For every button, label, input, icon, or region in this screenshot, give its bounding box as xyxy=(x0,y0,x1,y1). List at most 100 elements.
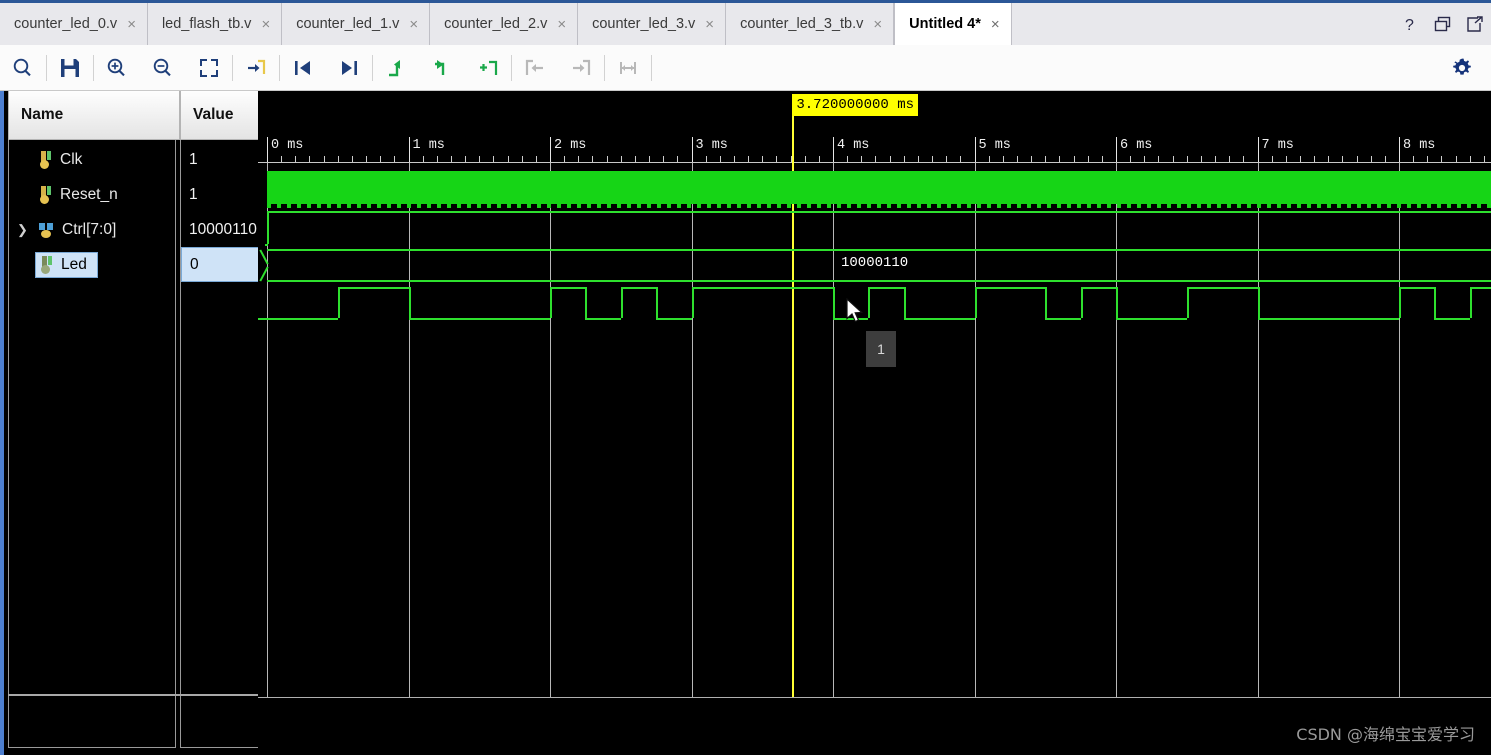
led-edge xyxy=(1434,287,1437,318)
tab-led-flash-tb-v[interactable]: led_flash_tb.v × xyxy=(147,3,283,45)
bus-value-label: 10000110 xyxy=(841,255,909,271)
clk-alias-tick xyxy=(587,204,591,208)
clk-alias-tick xyxy=(1267,204,1271,208)
time-cursor-line[interactable] xyxy=(792,163,795,697)
waveform-viewer-window: counter_led_0.v × led_flash_tb.v × counter_l… xyxy=(0,0,1491,755)
led-edge xyxy=(1257,287,1260,318)
signal-value-cell[interactable]: 1 xyxy=(181,177,261,212)
signal-name-cell[interactable]: Ctrl[7:0] xyxy=(35,218,126,242)
clk-alias-tick xyxy=(1037,204,1041,208)
search-icon[interactable] xyxy=(0,45,46,91)
previous-transition-icon[interactable] xyxy=(280,45,326,91)
grid-line xyxy=(408,163,410,697)
led-edge xyxy=(833,287,835,318)
signal-name-cell[interactable]: Led xyxy=(35,251,98,278)
led-segment xyxy=(550,287,586,289)
save-icon[interactable] xyxy=(47,45,93,91)
clk-alias-tick xyxy=(957,204,961,208)
tab-counter-led-2-v[interactable]: counter_led_2.v × xyxy=(430,3,579,45)
question-mark-icon[interactable]: ? xyxy=(1404,16,1419,33)
reset-rising-edge xyxy=(267,211,269,244)
ruler-tick-label: 4 ms xyxy=(837,138,870,153)
tab-close-icon[interactable]: × xyxy=(409,17,418,32)
previous-marker-icon[interactable] xyxy=(373,45,419,91)
led-edge xyxy=(1045,287,1048,318)
snap-left-icon[interactable] xyxy=(512,45,558,91)
clk-alias-tick xyxy=(1477,204,1481,208)
tab-close-icon[interactable]: × xyxy=(557,17,566,32)
tab-close-icon[interactable]: × xyxy=(261,17,270,32)
snap-right-icon[interactable] xyxy=(558,45,604,91)
tab-counter-led-1-v[interactable]: counter_led_1.v × xyxy=(282,3,431,45)
clk-alias-tick xyxy=(1357,204,1361,208)
signal-row-clk[interactable]: Clk xyxy=(9,142,92,177)
clk-alias-tick xyxy=(1397,204,1401,208)
zoom-out-icon[interactable] xyxy=(140,45,186,91)
signal-value-cell[interactable]: 0 xyxy=(181,247,261,282)
signal-value-cell[interactable]: 10000110 xyxy=(181,212,261,247)
next-transition-icon[interactable] xyxy=(326,45,372,91)
signal-row-ctrl-7-0-[interactable]: ❯ Ctrl[7:0] xyxy=(9,212,126,247)
led-segment xyxy=(1045,318,1081,320)
signal-row-reset-n[interactable]: Reset_n xyxy=(9,177,128,212)
add-divider-icon[interactable] xyxy=(465,45,511,91)
cursor-time-label: 3.720000000 ms xyxy=(792,94,918,116)
clk-alias-tick xyxy=(1117,204,1121,208)
tab-close-icon[interactable]: × xyxy=(705,17,714,32)
clk-alias-tick xyxy=(1087,204,1091,208)
measure-icon[interactable] xyxy=(605,45,651,91)
value-tooltip: 1 xyxy=(866,331,896,367)
clk-alias-tick xyxy=(877,204,881,208)
restore-window-icon[interactable] xyxy=(1434,16,1451,33)
clk-alias-tick xyxy=(647,204,651,208)
signal-row-led[interactable]: Led xyxy=(9,247,98,282)
zoom-fit-icon[interactable] xyxy=(186,45,232,91)
tab-close-icon[interactable]: × xyxy=(127,17,136,32)
signal-name-cell[interactable]: Reset_n xyxy=(35,183,128,207)
led-signal-icon xyxy=(40,255,54,274)
led-edge xyxy=(337,287,340,318)
waveform-panel[interactable]: 3.720000000 ms 0 ms 1 ms 2 ms 3 ms 4 ms 5 ms 6… xyxy=(258,91,1491,755)
clk-alias-tick xyxy=(597,204,601,208)
grid-line xyxy=(550,163,551,697)
clk-alias-tick xyxy=(1137,204,1141,208)
clk-alias-tick xyxy=(887,204,891,208)
column-header-name[interactable]: Name xyxy=(8,91,180,140)
led-edge xyxy=(1469,287,1472,318)
clk-alias-tick xyxy=(367,204,371,208)
add-marker-icon[interactable] xyxy=(233,45,279,91)
gear-icon[interactable] xyxy=(1439,45,1485,91)
signal-value-cell[interactable]: 1 xyxy=(181,142,261,177)
tab-close-icon[interactable]: × xyxy=(873,17,882,32)
clk-alias-tick xyxy=(617,204,621,208)
clk-alias-tick xyxy=(907,204,911,208)
clk-alias-tick xyxy=(627,204,631,208)
expand-arrow-icon[interactable]: ❯ xyxy=(17,223,28,236)
clk-alias-tick xyxy=(757,204,761,208)
ruler-major-tick xyxy=(833,137,834,163)
led-segment xyxy=(1116,318,1187,320)
tab-label: counter_led_2.v xyxy=(444,16,548,32)
tab-close-icon[interactable]: × xyxy=(991,17,1000,32)
tab-bar-spacer xyxy=(1011,3,1392,45)
led-segment xyxy=(408,318,550,320)
float-window-icon[interactable] xyxy=(1466,15,1483,33)
tab-untitled-4-[interactable]: Untitled 4* × xyxy=(894,3,1012,45)
led-edge xyxy=(656,287,659,318)
time-ruler[interactable]: 3.720000000 ms 0 ms 1 ms 2 ms 3 ms 4 ms 5 ms 6… xyxy=(258,91,1491,163)
clk-alias-tick xyxy=(447,204,451,208)
tab-label: Untitled 4* xyxy=(909,16,981,32)
clk-alias-tick xyxy=(1237,204,1241,208)
zoom-in-icon[interactable] xyxy=(94,45,140,91)
next-marker-icon[interactable] xyxy=(419,45,465,91)
clk-alias-tick xyxy=(1307,204,1311,208)
clk-alias-tick xyxy=(667,204,671,208)
tab-counter-led-3-v[interactable]: counter_led_3.v × xyxy=(578,3,727,45)
tab-counter-led-0-v[interactable]: counter_led_0.v × xyxy=(0,3,148,45)
column-header-value[interactable]: Value xyxy=(180,91,262,140)
signal-name-cell[interactable]: Clk xyxy=(35,148,92,172)
signal-name-column: Clk Reset_n ❯ Ctrl[7:0] Led xyxy=(8,140,176,748)
tab-counter-led-3-tb-v[interactable]: counter_led_3_tb.v × xyxy=(726,3,895,45)
clk-alias-tick xyxy=(1177,204,1181,208)
clk-alias-tick xyxy=(1047,204,1051,208)
